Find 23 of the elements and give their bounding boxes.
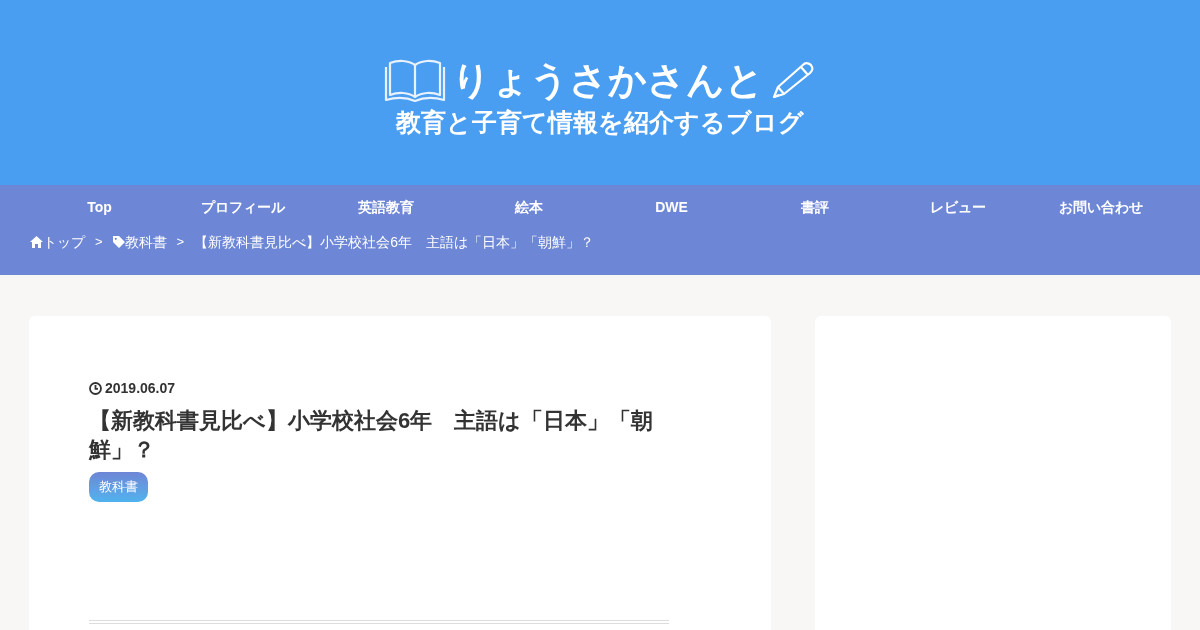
tag-icon	[112, 236, 125, 248]
pencil-icon	[770, 59, 816, 100]
breadcrumb-separator: >	[176, 233, 185, 251]
nav-link[interactable]: 絵本	[457, 185, 600, 230]
logo-title: りょうさかさんと	[452, 57, 764, 103]
site-logo[interactable]: りょうさかさんと 教育と子育て情報を紹介するブログ	[384, 47, 816, 138]
nav-link[interactable]: お問い合わせ	[1029, 185, 1172, 230]
nav-link[interactable]: 英語教育	[314, 185, 457, 230]
nav-link[interactable]: レビュー	[886, 185, 1029, 230]
post-date: 2019.06.07	[105, 380, 176, 396]
breadcrumb-separator: >	[95, 233, 103, 251]
article-title: 【新教科書見比べ】小学校社会6年 主語は「日本」「朝鮮」？	[89, 407, 655, 464]
breadcrumb-link[interactable]: トップ	[30, 231, 85, 253]
home-icon	[30, 236, 43, 248]
nav-link[interactable]: プロフィール	[171, 185, 314, 230]
clock-icon	[89, 381, 102, 395]
breadcrumb-link[interactable]: 教科書	[112, 231, 167, 253]
nav-link[interactable]: Top	[28, 185, 171, 230]
nav-link[interactable]: DWE	[600, 185, 743, 230]
logo-subtitle: 教育と子育て情報を紹介するブログ	[396, 106, 804, 138]
breadcrumb-link[interactable]: 【新教科書見比べ】小学校社会6年 主語は「日本」「朝鮮」？	[194, 231, 594, 253]
nav-link[interactable]: 書評	[743, 185, 886, 230]
category-tag[interactable]: 教科書	[89, 472, 148, 502]
